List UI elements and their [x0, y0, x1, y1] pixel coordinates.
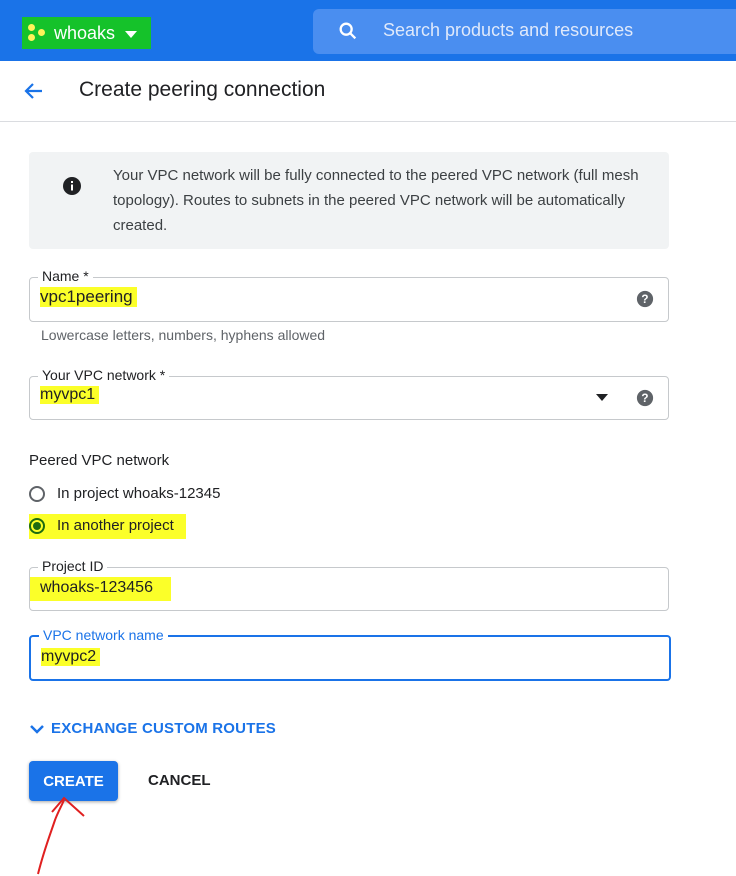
chevron-down-icon — [30, 724, 44, 734]
name-label: Name * — [38, 268, 93, 284]
exchange-custom-routes-toggle[interactable]: EXCHANGE CUSTOM ROUTES — [29, 720, 276, 737]
radio-circle-icon[interactable] — [29, 485, 45, 502]
search-icon — [339, 22, 357, 40]
page-title: Create peering connection — [79, 78, 326, 101]
info-banner: Your VPC network will be fully connected… — [29, 152, 669, 249]
radio-another-project-label: In another project — [57, 517, 174, 534]
project-dots-icon — [28, 24, 46, 42]
project-id-input[interactable]: whoaks-123456 — [30, 577, 171, 601]
page-header: Create peering connection — [0, 61, 736, 122]
project-name: whoaks — [54, 22, 116, 43]
project-selector[interactable]: whoaks — [22, 17, 152, 49]
search-box[interactable]: Search products and resources — [313, 9, 736, 54]
peered-vpc-label: Peered VPC network — [29, 452, 170, 469]
svg-text:?: ? — [641, 392, 648, 405]
chevron-down-icon — [125, 31, 138, 38]
radio-another-project[interactable]: In another project — [29, 514, 186, 539]
name-input[interactable]: vpc1peering — [40, 287, 137, 307]
name-hint: Lowercase letters, numbers, hyphens allo… — [41, 327, 326, 343]
annotation-arrow — [37, 796, 85, 875]
vpc-network-name-input[interactable]: myvpc2 — [41, 648, 101, 666]
top-bar: whoaks Search products and resources — [0, 0, 736, 61]
svg-text:?: ? — [641, 293, 648, 306]
radio-selected-icon[interactable] — [29, 517, 45, 534]
project-id-field[interactable]: Project ID whoaks-123456 — [29, 558, 669, 611]
exchange-custom-routes-label: EXCHANGE CUSTOM ROUTES — [51, 720, 276, 737]
cancel-button[interactable]: CANCEL — [148, 772, 211, 789]
info-icon — [63, 177, 81, 195]
create-button[interactable]: CREATE — [29, 761, 118, 801]
your-vpc-network-label: Your VPC network * — [38, 367, 170, 383]
info-message: Your VPC network will be fully connected… — [113, 167, 639, 234]
search-input[interactable]: Search products and resources — [383, 20, 633, 41]
dropdown-arrow-icon[interactable] — [596, 394, 608, 401]
radio-this-project[interactable]: In project whoaks-12345 — [29, 485, 220, 502]
back-arrow-icon[interactable] — [22, 79, 46, 103]
your-vpc-network-value: myvpc1 — [40, 386, 100, 404]
help-icon[interactable]: ? — [636, 389, 654, 407]
vpc-network-name-field[interactable]: VPC network name myvpc2 — [29, 627, 671, 681]
name-field[interactable]: Name * vpc1peering ? — [29, 268, 669, 322]
help-icon[interactable]: ? — [636, 290, 654, 308]
vpc-network-name-label: VPC network name — [39, 627, 168, 643]
your-vpc-network-select[interactable]: Your VPC network * myvpc1 ? — [29, 367, 669, 420]
project-id-label: Project ID — [38, 558, 108, 574]
radio-this-project-label: In project whoaks-12345 — [57, 485, 221, 502]
